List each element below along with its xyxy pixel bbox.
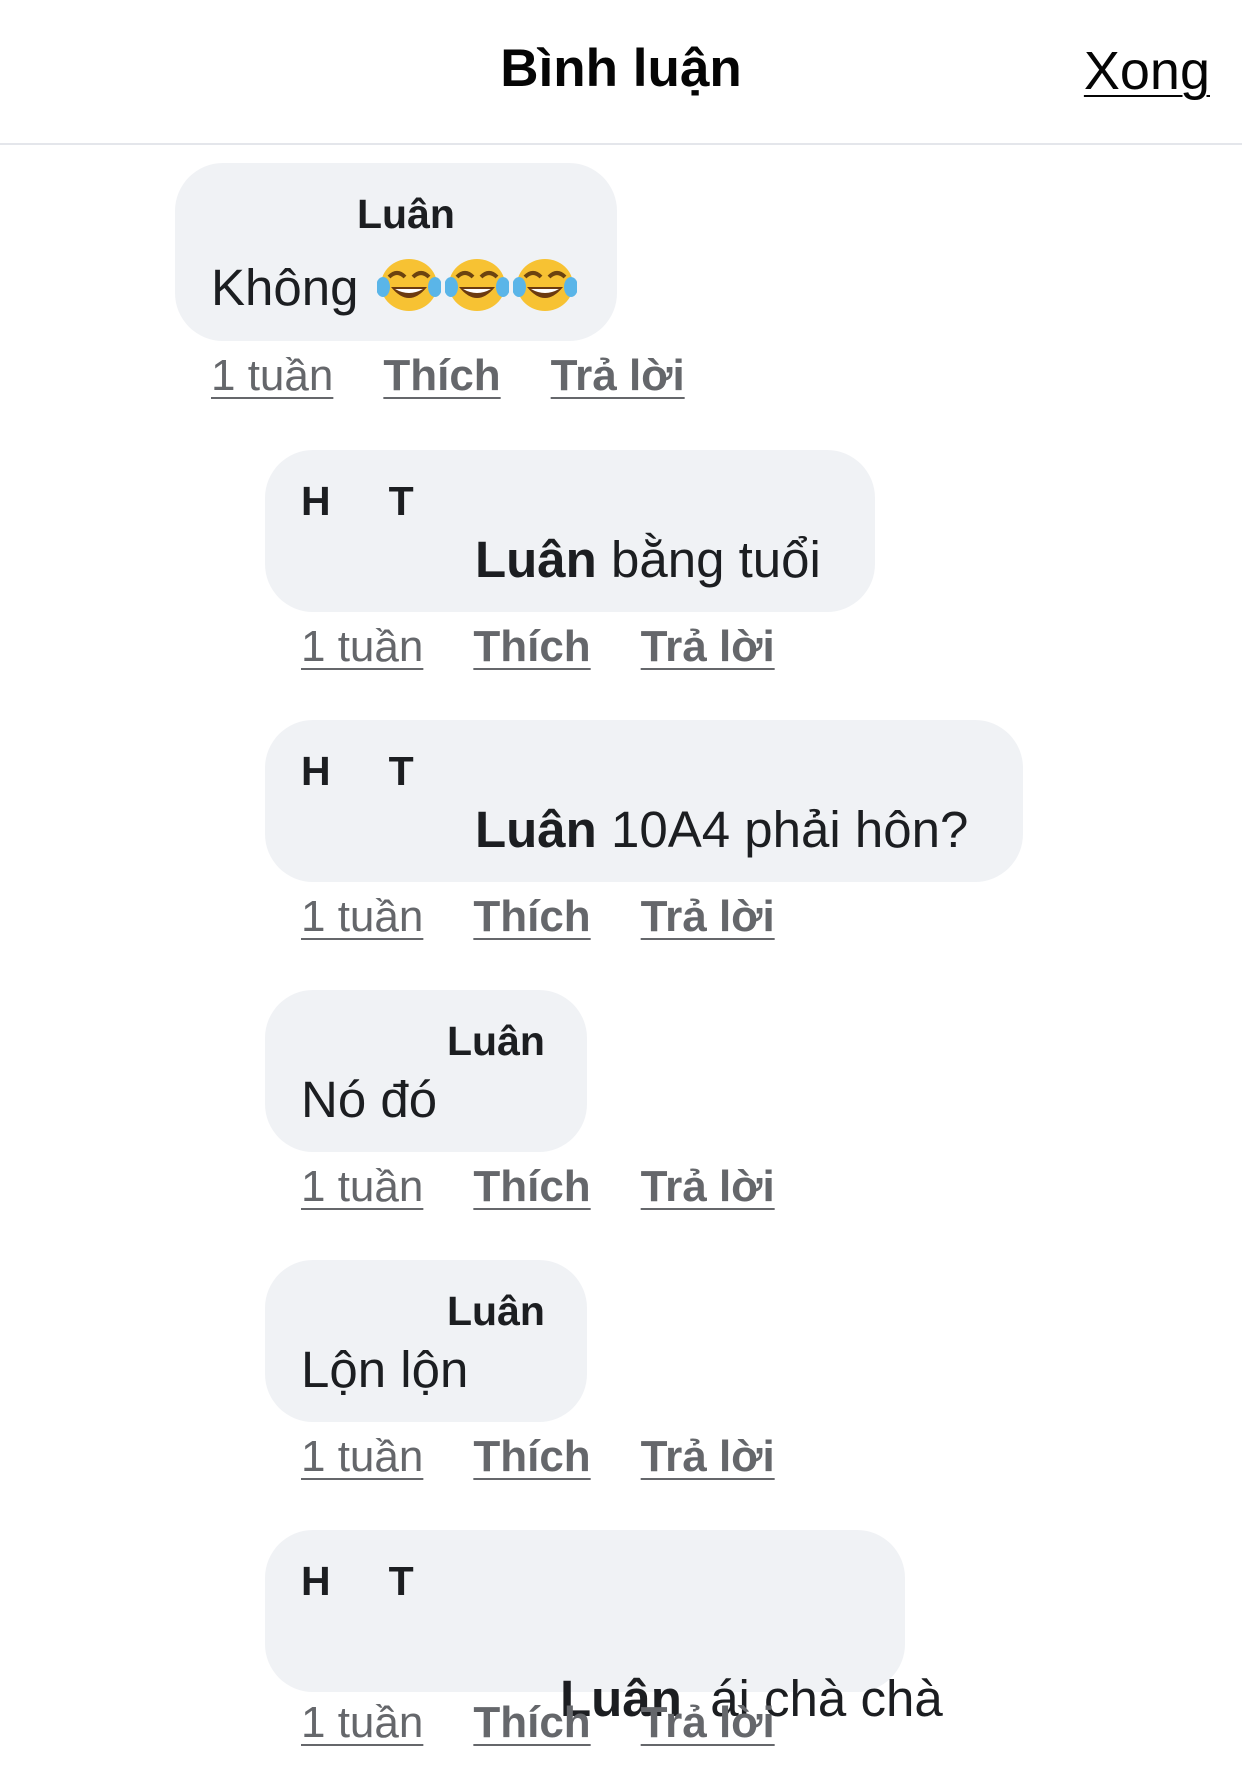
reply-button[interactable]: Trả lời — [641, 622, 775, 672]
like-button[interactable]: Thích — [473, 892, 590, 942]
reply-button[interactable]: Trả lời — [551, 351, 685, 401]
like-button[interactable]: Thích — [473, 1698, 590, 1748]
comment-item: HT Luân ái chà chà 1 tuần Thích Trả lời — [265, 1530, 943, 1747]
timestamp-link[interactable]: 1 tuần — [301, 1698, 423, 1748]
comment-item: HT Luân bằng tuổi 1 tuần Thích Trả lời — [265, 450, 875, 671]
comment-text: bằng tuổi — [596, 531, 821, 588]
reply-button[interactable]: Trả lời — [641, 1162, 775, 1212]
comment-bubble: HT Luân 10A4 phải hôn? — [265, 720, 1023, 882]
comment-bubble: HT Luân bằng tuổi — [265, 450, 875, 612]
comment-author[interactable]: Luân — [447, 1288, 545, 1335]
comment-bubble: Luân Lộn lộn — [265, 1260, 587, 1422]
timestamp-link[interactable]: 1 tuần — [301, 1162, 423, 1212]
reply-button[interactable]: Trả lời — [641, 1432, 775, 1482]
mention-link[interactable]: Luân — [475, 531, 597, 588]
comment-item: HT Luân 10A4 phải hôn? 1 tuần Thích Trả lờ… — [265, 720, 1023, 941]
timestamp-link[interactable]: 1 tuần — [211, 351, 333, 401]
comment-actions: 1 tuần Thích Trả lời — [301, 1162, 825, 1212]
author-initial: T — [388, 748, 414, 794]
comment-author[interactable]: HT — [301, 478, 472, 525]
timestamp-link[interactable]: 1 tuần — [301, 622, 423, 672]
like-button[interactable]: Thích — [473, 622, 590, 672]
comment-item: Luân Lộn lộn 1 tuần Thích Trả lời — [265, 1260, 775, 1481]
author-initial: T — [388, 478, 414, 524]
author-initial: T — [388, 1558, 414, 1604]
comment-author[interactable]: HT — [301, 748, 472, 795]
page-title: Bình luận — [500, 39, 742, 98]
comment-text: Nó đó — [301, 1071, 438, 1128]
mention-link[interactable]: Luân — [475, 801, 597, 858]
comment-text: 10A4 phải hôn? — [596, 801, 969, 858]
face-with-tears-of-joy-icon — [375, 257, 442, 325]
comment-bubble: Luân Không — [175, 163, 617, 341]
comment-actions: 1 tuần Thích Trả lời — [301, 1698, 825, 1748]
like-button[interactable]: Thích — [383, 351, 500, 401]
comment-author[interactable]: Luân — [447, 1018, 545, 1065]
author-initial: H — [301, 748, 331, 794]
like-button[interactable]: Thích — [473, 1162, 590, 1212]
comment-bubble: HT Luân ái chà chà — [265, 1530, 943, 1727]
comment-actions: 1 tuần Thích Trả lời — [301, 892, 825, 942]
comment-author[interactable]: HT — [301, 1558, 472, 1605]
comment-actions: 1 tuần Thích Trả lời — [211, 351, 735, 401]
comment-item: Luân Không 1 tuần Thích Trả lời — [175, 163, 685, 400]
comment-author[interactable]: Luân — [357, 191, 455, 238]
comment-text-container: Luân bằng tuổi — [475, 530, 821, 589]
comment-actions: 1 tuần Thích Trả lời — [301, 622, 825, 672]
reply-button[interactable]: Trả lời — [641, 1698, 775, 1748]
timestamp-link[interactable]: 1 tuần — [301, 892, 423, 942]
comment-text-container: Luân 10A4 phải hôn? — [475, 800, 968, 859]
comment-text: Lộn lộn — [301, 1341, 469, 1398]
like-button[interactable]: Thích — [473, 1432, 590, 1482]
face-with-tears-of-joy-icon — [443, 257, 510, 325]
reply-button[interactable]: Trả lời — [641, 892, 775, 942]
author-initial: H — [301, 1558, 331, 1604]
face-with-tears-of-joy-icon — [511, 257, 578, 325]
comment-text: Không — [211, 259, 359, 316]
timestamp-link[interactable]: 1 tuần — [301, 1432, 423, 1482]
comment-text-container: Không — [211, 257, 578, 325]
done-button[interactable]: Xong — [1084, 40, 1210, 102]
comment-bubble: Luân Nó đó — [265, 990, 587, 1152]
comment-item: Luân Nó đó 1 tuần Thích Trả lời — [265, 990, 775, 1211]
author-initial: H — [301, 478, 331, 524]
header-bar: Bình luận Xong — [0, 0, 1242, 145]
comment-actions: 1 tuần Thích Trả lời — [301, 1432, 825, 1482]
